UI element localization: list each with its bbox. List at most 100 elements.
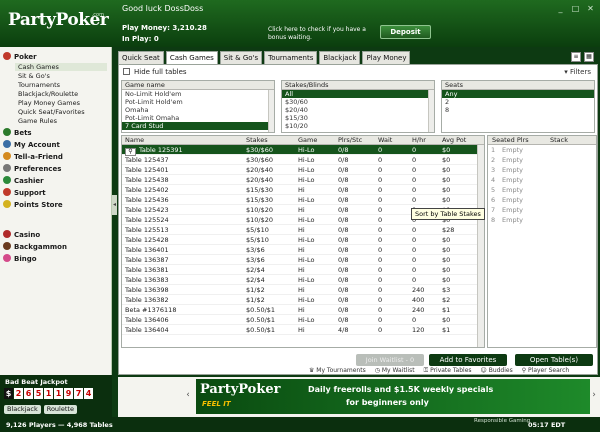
nav-preferences[interactable]: Preferences bbox=[3, 164, 61, 173]
cell-players: 0/8 bbox=[338, 246, 349, 254]
nav-quick-seat-favorites[interactable]: Quick Seat/Favorites bbox=[18, 108, 85, 116]
cell-name: Table 136401 bbox=[125, 246, 169, 254]
cell-name: Table 125436 bbox=[125, 196, 169, 204]
nav-support[interactable]: Support bbox=[3, 188, 46, 197]
nav-backgammon[interactable]: Backgammon bbox=[3, 242, 67, 251]
seat-status: Empty bbox=[502, 176, 523, 184]
tab-tournaments[interactable]: Tournaments bbox=[264, 51, 318, 64]
table-row[interactable]: Table 136406 $0.50/$1 Hi-Lo 0/8 0 0 $0 bbox=[122, 315, 484, 325]
nav-tournaments[interactable]: Tournaments bbox=[18, 81, 60, 89]
close-icon[interactable]: ✕ bbox=[585, 4, 596, 13]
nav-my-account[interactable]: My Account bbox=[3, 140, 60, 149]
col-stakes[interactable]: Stakes bbox=[246, 136, 268, 145]
col-game[interactable]: Game bbox=[298, 136, 317, 145]
open-tables-button[interactable]: Open Table(s) bbox=[515, 354, 593, 366]
tab-quick-seat[interactable]: Quick Seat bbox=[118, 51, 164, 64]
col-players[interactable]: Plrs/Stc bbox=[338, 136, 362, 145]
game-filter-item[interactable]: Pot-Limit Omaha bbox=[122, 114, 274, 122]
grid-body: ⚲ Table 125391 $30/$60 Hi-Lo 0/8 0 0 $0 Table 12… bbox=[122, 145, 484, 335]
stakes-filter-item-selected[interactable]: All bbox=[282, 90, 434, 98]
col-name[interactable]: Name bbox=[125, 136, 144, 145]
seats-filter-item-selected[interactable]: Any bbox=[442, 90, 594, 98]
nav-poker[interactable]: Poker bbox=[3, 52, 37, 61]
col-avg-pot[interactable]: Avg Pot bbox=[442, 136, 466, 145]
private-tables-link[interactable]: ⚿ Private Tables bbox=[424, 367, 472, 375]
jackpot-tab-roulette[interactable]: Roulette bbox=[43, 405, 77, 414]
filters-toggle[interactable]: ▾ Filters bbox=[564, 68, 591, 76]
nav-cashier[interactable]: Cashier bbox=[3, 176, 44, 185]
join-waitlist-button[interactable]: Join Waitlist - 0 bbox=[356, 354, 424, 366]
stakes-filter-item[interactable]: $15/30 bbox=[282, 114, 434, 122]
banner-next-icon[interactable]: › bbox=[590, 389, 598, 401]
table-row[interactable]: Table 136404 $0.50/$1 Hi 4/8 0 120 $1 bbox=[122, 325, 484, 335]
table-row[interactable]: Table 125438 $20/$40 Hi-Lo 0/8 0 0 $0 bbox=[122, 175, 484, 185]
player-search-link[interactable]: ⚲ Player Search bbox=[522, 367, 570, 375]
checkbox-box[interactable] bbox=[123, 68, 130, 75]
minimize-icon[interactable]: _ bbox=[555, 4, 566, 13]
nav-cash-games[interactable]: Cash Games bbox=[15, 63, 107, 71]
collapse-nav-handle[interactable]: ◂ bbox=[112, 195, 117, 215]
table-row[interactable]: Table 125402 $15/$30 Hi 0/8 0 0 $0 bbox=[122, 185, 484, 195]
list-view-icon[interactable]: ≡ bbox=[571, 52, 581, 62]
table-row[interactable]: Table 125437 $30/$60 Hi-Lo 0/8 0 0 $0 bbox=[122, 155, 484, 165]
my-tournaments-link[interactable]: ♛ My Tournaments bbox=[309, 367, 366, 375]
col-wait[interactable]: Wait bbox=[378, 136, 392, 145]
buddies-link[interactable]: ☺ Buddies bbox=[481, 367, 513, 375]
col-hands-per-hour[interactable]: H/hr bbox=[412, 136, 426, 145]
stakes-filter-item[interactable]: $20/40 bbox=[282, 106, 434, 114]
jackpot-tab-blackjack[interactable]: Blackjack bbox=[4, 405, 41, 414]
grid-view-icon[interactable]: ▦ bbox=[584, 52, 594, 62]
game-filter-item[interactable]: No-Limit Hold'em bbox=[122, 90, 274, 98]
stakes-filter-item[interactable]: $10/20 bbox=[282, 122, 434, 130]
game-filter-item-selected[interactable]: 7 Card Stud bbox=[122, 122, 274, 130]
tab-cash-games[interactable]: Cash Games bbox=[165, 51, 218, 64]
nav-blackjack-roulette[interactable]: Blackjack/Roulette bbox=[18, 90, 78, 98]
stakes-filter-item[interactable]: $30/60 bbox=[282, 98, 434, 106]
table-row[interactable]: Table 136382 $1/$2 Hi-Lo 0/8 0 400 $2 bbox=[122, 295, 484, 305]
responsible-gaming-link[interactable]: Responsible Gaming bbox=[474, 418, 530, 424]
cell-wait: 0 bbox=[378, 156, 383, 164]
add-to-favorites-button[interactable]: Add to Favorites bbox=[429, 354, 507, 366]
table-row[interactable]: Table 136398 $1/$2 Hi 0/8 0 240 $3 bbox=[122, 285, 484, 295]
nav-play-money-games[interactable]: Play Money Games bbox=[18, 99, 80, 107]
game-filter-scrollbar[interactable] bbox=[268, 90, 274, 132]
window-controls: _ □ ✕ bbox=[555, 4, 596, 13]
cell-players: 0/8 bbox=[338, 216, 349, 224]
nav-points-store[interactable]: Points Store bbox=[3, 200, 63, 209]
table-row[interactable]: Table 125428 $5/$10 Hi-Lo 0/8 0 0 $0 bbox=[122, 235, 484, 245]
tab-sit-and-gos[interactable]: Sit & Go's bbox=[219, 51, 263, 64]
nav-bingo[interactable]: Bingo bbox=[3, 254, 37, 263]
table-row[interactable]: Table 136401 $3/$6 Hi 0/8 0 0 $0 bbox=[122, 245, 484, 255]
deposit-button[interactable]: Deposit bbox=[380, 25, 431, 39]
seats-filter-item[interactable]: 2 bbox=[442, 98, 594, 106]
nav-tell-a-friend[interactable]: Tell-a-Friend bbox=[3, 152, 63, 161]
game-filter-item[interactable]: Pot-Limit Hold'em bbox=[122, 98, 274, 106]
cell-hands: 0 bbox=[412, 176, 417, 184]
game-filter-item[interactable]: Omaha bbox=[122, 106, 274, 114]
nav-game-rules[interactable]: Game Rules bbox=[18, 117, 57, 125]
tab-play-money[interactable]: Play Money bbox=[362, 51, 411, 64]
seats-filter-item[interactable]: 8 bbox=[442, 106, 594, 114]
bonus-link[interactable]: Click here to check if you have a bonus … bbox=[268, 26, 378, 42]
table-row[interactable]: Table 136381 $2/$4 Hi 0/8 0 0 $0 bbox=[122, 265, 484, 275]
grid-scrollbar[interactable] bbox=[477, 145, 484, 347]
table-row[interactable]: Table 136383 $2/$4 Hi-Lo 0/8 0 0 $0 bbox=[122, 275, 484, 285]
my-waitlist-link[interactable]: ◷ My Waitlist bbox=[375, 367, 415, 375]
promo-banner[interactable]: PartyPoker FEEL IT Daily freerolls and $… bbox=[196, 379, 590, 414]
stakes-filter-scrollbar[interactable] bbox=[428, 90, 434, 132]
table-row[interactable]: Table 125513 $5/$10 Hi 0/8 0 0 $28 bbox=[122, 225, 484, 235]
table-row[interactable]: Beta #1376118 $0.50/$1 Hi 0/8 0 240 $1 bbox=[122, 305, 484, 315]
banner-prev-icon[interactable]: ‹ bbox=[184, 389, 192, 401]
nav-casino[interactable]: Casino bbox=[3, 230, 40, 239]
table-row[interactable]: Table 125436 $15/$30 Hi-Lo 0/8 0 0 $0 bbox=[122, 195, 484, 205]
table-row[interactable]: Table 125401 $20/$40 Hi-Lo 0/8 0 0 $0 bbox=[122, 165, 484, 175]
maximize-icon[interactable]: □ bbox=[570, 4, 581, 13]
nav-sit-and-gos[interactable]: Sit & Go's bbox=[18, 72, 50, 80]
cell-stakes: $3/$6 bbox=[246, 256, 265, 264]
nav-bets[interactable]: Bets bbox=[3, 128, 32, 137]
table-row-selected[interactable]: ⚲ Table 125391 $30/$60 Hi-Lo 0/8 0 0 $0 bbox=[122, 145, 484, 156]
table-row[interactable]: Table 136387 $3/$6 Hi-Lo 0/8 0 0 $0 bbox=[122, 255, 484, 265]
tab-blackjack[interactable]: Blackjack bbox=[319, 51, 361, 64]
hide-full-tables-checkbox[interactable]: Hide full tables bbox=[123, 68, 187, 76]
seat-status: Empty bbox=[502, 216, 523, 224]
